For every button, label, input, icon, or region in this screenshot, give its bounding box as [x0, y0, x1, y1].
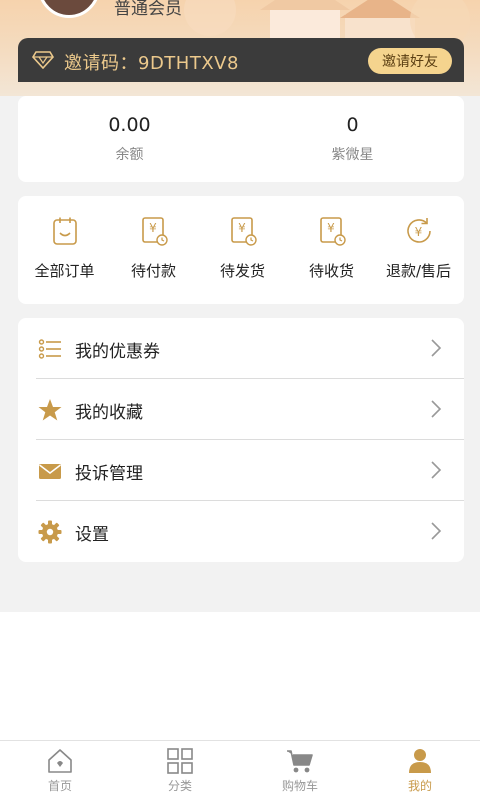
diamond-icon [32, 51, 54, 69]
ziweixing-value: 0 [346, 114, 359, 136]
pending-receipt-icon: ¥ [319, 217, 346, 246]
tab-home-label: 首页 [47, 779, 72, 793]
envelope-icon [39, 464, 61, 479]
menu-item-coupons[interactable]: 我的优惠券 [18, 318, 464, 379]
star-icon [38, 399, 62, 421]
tab-mine[interactable]: 我的 [360, 747, 480, 794]
svg-text:¥: ¥ [238, 221, 246, 235]
svg-text:¥: ¥ [149, 221, 157, 235]
pending-payment-icon: ¥ [141, 217, 168, 246]
order-list-icon [52, 217, 77, 245]
menu-item-settings-label: 设置 [75, 525, 109, 545]
menu-item-favorites[interactable]: 我的收藏 [18, 379, 464, 440]
ziweixing-label: 紫微星 [331, 147, 374, 163]
chevron-right-icon [431, 461, 442, 479]
person-icon [409, 749, 431, 773]
ziweixing-stat[interactable]: 0 紫微星 [241, 114, 464, 164]
invite-friends-button[interactable]: 邀请好友 [368, 48, 452, 74]
balance-card: 0.00 余额 0 紫微星 [18, 96, 464, 182]
menu-item-coupons-label: 我的优惠券 [75, 342, 160, 362]
refund-icon: ¥ [406, 218, 431, 243]
order-pending-receipt[interactable]: ¥ 待收货 [287, 216, 376, 281]
tab-home[interactable]: 首页 [0, 747, 120, 794]
order-all-label: 全部订单 [34, 262, 95, 280]
menu-item-settings[interactable]: 设置 [18, 501, 464, 562]
tab-category-label: 分类 [167, 779, 192, 793]
order-pending-shipment-label: 待发货 [219, 262, 265, 280]
menu-item-complaints-label: 投诉管理 [75, 464, 143, 484]
profile-header: 普通会员 邀请码：9DTHTXV8 邀请好友 [0, 0, 480, 96]
cart-icon [287, 750, 313, 773]
chevron-right-icon [431, 522, 442, 540]
order-pending-shipment[interactable]: ¥ 待发货 [198, 216, 287, 281]
chevron-right-icon [431, 339, 442, 357]
home-icon [48, 749, 72, 773]
order-all[interactable]: 全部订单 [20, 216, 109, 281]
menu-list: 我的优惠券 我的收藏 投诉管理 设置 [18, 318, 464, 562]
balance-value: 0.00 [108, 114, 151, 136]
tab-cart[interactable]: 购物车 [240, 747, 360, 794]
menu-item-favorites-label: 我的收藏 [75, 403, 143, 423]
order-refund[interactable]: ¥ 退款/售后 [374, 216, 463, 281]
tab-mine-label: 我的 [407, 779, 432, 793]
invite-code-bar: 邀请码：9DTHTXV8 邀请好友 [18, 38, 464, 82]
tab-cart-label: 购物车 [281, 779, 318, 793]
svg-text:¥: ¥ [327, 221, 335, 235]
orders-card: 全部订单 ¥ 待付款 ¥ 待发货 ¥ 待收货 ¥ 退款/售后 [18, 196, 464, 304]
menu-item-complaints[interactable]: 投诉管理 [18, 440, 464, 501]
empty-area [0, 612, 480, 740]
grid-icon [167, 748, 193, 774]
order-pending-payment[interactable]: ¥ 待付款 [109, 216, 198, 281]
pending-shipment-icon: ¥ [230, 217, 257, 246]
order-pending-receipt-label: 待收货 [308, 262, 354, 280]
order-pending-payment-label: 待付款 [130, 262, 176, 280]
gear-icon [38, 520, 62, 544]
member-level-label: 普通会员 [114, 0, 182, 19]
svg-text:¥: ¥ [414, 225, 422, 239]
bottom-tab-bar: 首页 分类 购物车 我的 [0, 740, 480, 800]
coupon-list-icon [38, 339, 61, 359]
tab-category[interactable]: 分类 [120, 747, 240, 794]
chevron-right-icon [431, 400, 442, 418]
balance-stat[interactable]: 0.00 余额 [18, 114, 241, 164]
balance-label: 余额 [115, 147, 144, 163]
order-refund-label: 退款/售后 [385, 262, 452, 280]
invite-code-text: 邀请码：9DTHTXV8 [64, 53, 239, 74]
